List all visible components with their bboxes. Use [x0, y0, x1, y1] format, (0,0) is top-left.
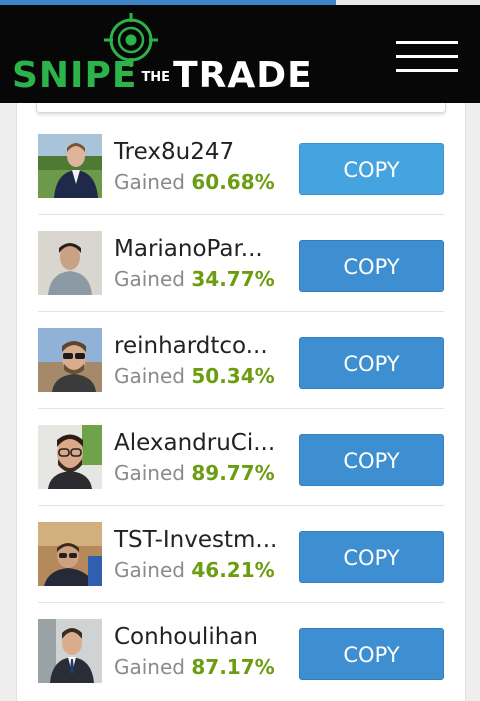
trader-row: Trex8u247 Gained 60.68% COPY	[38, 118, 444, 215]
trader-gain: Gained 87.17%	[114, 654, 275, 680]
avatar-photo	[38, 328, 102, 392]
copy-trader-button[interactable]: COPY	[299, 337, 444, 389]
gain-percentage: 34.77%	[191, 267, 275, 291]
gained-label: Gained	[114, 655, 185, 679]
trader-row: Conhoulihan Gained 87.17% COPY	[38, 603, 444, 699]
avatar-photo	[38, 134, 102, 198]
avatar-photo	[38, 425, 102, 489]
trader-avatar[interactable]	[38, 231, 102, 295]
trader-avatar[interactable]	[38, 522, 102, 586]
avatar-photo	[38, 619, 102, 683]
logo-word-snipe: SNIPE	[12, 55, 138, 96]
menu-bar-bottom	[396, 69, 458, 72]
trader-name[interactable]: reinhardtco...	[114, 331, 284, 361]
hamburger-menu-icon[interactable]	[396, 41, 458, 73]
logo-word-the: THE	[141, 70, 171, 85]
page: SNIPE THETRADE Trex8u247 Gained 60.68% C…	[0, 0, 480, 701]
trader-row: TST-Investm... Gained 46.21% COPY	[38, 506, 444, 603]
gain-percentage: 60.68%	[191, 170, 275, 194]
trader-avatar[interactable]	[38, 328, 102, 392]
trader-name[interactable]: AlexandruCi...	[114, 428, 284, 458]
gained-label: Gained	[114, 461, 185, 485]
copy-trader-button[interactable]: COPY	[299, 628, 444, 680]
trader-gain: Gained 60.68%	[114, 169, 275, 195]
gain-percentage: 89.77%	[191, 461, 275, 485]
trader-name[interactable]: Conhoulihan	[114, 622, 284, 652]
logo-word-trade: TRADE	[173, 55, 313, 96]
copy-trader-button[interactable]: COPY	[299, 143, 444, 195]
logo-wordmark: SNIPE THETRADE	[12, 56, 313, 98]
trader-row: AlexandruCi... Gained 89.77% COPY	[38, 409, 444, 506]
menu-bar-middle	[396, 55, 458, 58]
trader-name[interactable]: Trex8u247	[114, 137, 284, 167]
trader-gain: Gained 50.34%	[114, 363, 275, 389]
trader-row: reinhardtco... Gained 50.34% COPY	[38, 312, 444, 409]
menu-bar-top	[396, 41, 458, 44]
copy-trader-button[interactable]: COPY	[299, 531, 444, 583]
gained-label: Gained	[114, 267, 185, 291]
trader-gain: Gained 46.21%	[114, 557, 275, 583]
trader-row: MarianoPar... Gained 34.77% COPY	[38, 215, 444, 312]
gain-percentage: 87.17%	[191, 655, 275, 679]
trader-avatar[interactable]	[38, 134, 102, 198]
gained-label: Gained	[114, 364, 185, 388]
trader-gain: Gained 89.77%	[114, 460, 275, 486]
avatar-photo	[38, 522, 102, 586]
gain-percentage: 46.21%	[191, 558, 275, 582]
avatar-photo	[38, 231, 102, 295]
app-header: SNIPE THETRADE	[0, 5, 480, 103]
copy-trader-button[interactable]: COPY	[299, 434, 444, 486]
trader-name[interactable]: MarianoPar...	[114, 234, 284, 264]
app-logo[interactable]: SNIPE THETRADE	[12, 13, 312, 103]
gain-percentage: 50.34%	[191, 364, 275, 388]
panel-top-card-edge	[36, 103, 446, 113]
trader-list: Trex8u247 Gained 60.68% COPY MarianoPar.…	[38, 118, 444, 699]
copy-trader-button[interactable]: COPY	[299, 240, 444, 292]
gained-label: Gained	[114, 170, 185, 194]
trader-name[interactable]: TST-Investm...	[114, 525, 284, 555]
trader-avatar[interactable]	[38, 619, 102, 683]
gained-label: Gained	[114, 558, 185, 582]
trader-avatar[interactable]	[38, 425, 102, 489]
trader-gain: Gained 34.77%	[114, 266, 275, 292]
